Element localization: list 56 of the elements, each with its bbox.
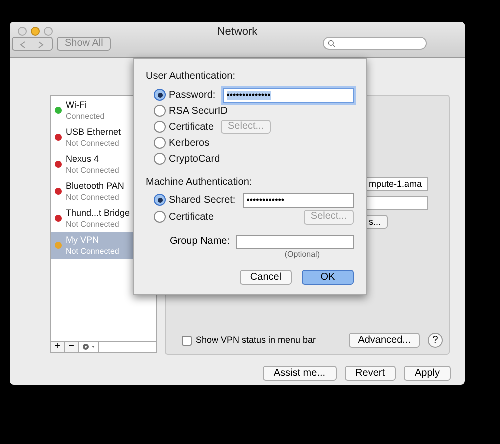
password-field[interactable]: •••••••••••••• bbox=[222, 88, 354, 102]
service-status: Not Connected bbox=[66, 164, 120, 176]
radio-button[interactable] bbox=[154, 105, 166, 117]
service-status: Not Connected bbox=[66, 246, 120, 256]
option-label: RSA SecurID bbox=[169, 104, 228, 118]
footer-button[interactable]: Revert bbox=[344, 366, 396, 381]
cancel-button[interactable]: Cancel bbox=[240, 270, 292, 285]
footer-button[interactable]: Apply bbox=[404, 366, 451, 381]
ok-button[interactable]: OK bbox=[302, 270, 354, 285]
radio-button[interactable] bbox=[154, 137, 166, 149]
radio-button[interactable] bbox=[154, 89, 166, 101]
advanced-button[interactable]: Advanced... bbox=[349, 333, 420, 348]
back-forward-control[interactable] bbox=[12, 37, 53, 51]
section-heading: Machine Authentication: bbox=[146, 176, 254, 190]
account-field[interactable] bbox=[366, 196, 428, 210]
option-label: Certificate bbox=[169, 120, 214, 134]
search-icon bbox=[328, 40, 336, 48]
section-heading: User Authentication: bbox=[146, 70, 236, 84]
service-name: My VPN bbox=[66, 234, 100, 246]
back-icon[interactable] bbox=[19, 41, 27, 49]
zoom-icon[interactable] bbox=[44, 27, 53, 36]
service-name: USB Ethernet bbox=[66, 126, 122, 138]
footer-button[interactable]: Assist me... bbox=[262, 366, 337, 381]
service-status: Not Connected bbox=[66, 192, 120, 202]
service-status: Connected bbox=[66, 110, 105, 122]
help-button[interactable]: ? bbox=[428, 333, 443, 348]
radio-button[interactable] bbox=[154, 121, 166, 133]
service-status: Not Connected bbox=[66, 138, 120, 148]
minimize-icon[interactable] bbox=[31, 27, 40, 36]
option-label: Certificate bbox=[169, 210, 214, 224]
group-name-label: Group Name: bbox=[170, 235, 230, 249]
option-label: Shared Secret: bbox=[169, 194, 236, 208]
checkbox[interactable] bbox=[182, 336, 192, 346]
radio-button[interactable] bbox=[154, 194, 166, 206]
close-icon[interactable] bbox=[18, 27, 27, 36]
server-address-field[interactable]: mpute-1.ama bbox=[366, 177, 428, 191]
option-label: Kerberos bbox=[169, 136, 210, 150]
service-name: Wi-Fi bbox=[66, 100, 88, 110]
forward-icon[interactable] bbox=[37, 41, 45, 49]
service-name: Thund...t Bridge bbox=[66, 208, 130, 218]
service-name: Nexus 4 bbox=[66, 154, 100, 164]
option-label: Password: bbox=[169, 88, 216, 102]
radio-button[interactable] bbox=[154, 211, 166, 223]
search-field[interactable] bbox=[323, 37, 427, 50]
list-button[interactable]: − bbox=[65, 342, 79, 352]
service-name: Bluetooth PAN bbox=[66, 180, 124, 192]
radio-button[interactable] bbox=[154, 153, 166, 165]
password-field[interactable]: •••••••••••• bbox=[242, 192, 354, 208]
window-title: Network bbox=[217, 25, 258, 40]
group-name-field[interactable] bbox=[236, 234, 354, 248]
option-label: CryptoCard bbox=[169, 152, 220, 166]
service-status: Not Connected bbox=[66, 218, 120, 230]
authentication-settings-button[interactable]: s... bbox=[366, 215, 388, 229]
optional-hint: (Optional) bbox=[284, 249, 320, 261]
checkbox-label: Show VPN status in menu bar bbox=[196, 334, 316, 347]
list-button[interactable]: + bbox=[51, 342, 65, 352]
